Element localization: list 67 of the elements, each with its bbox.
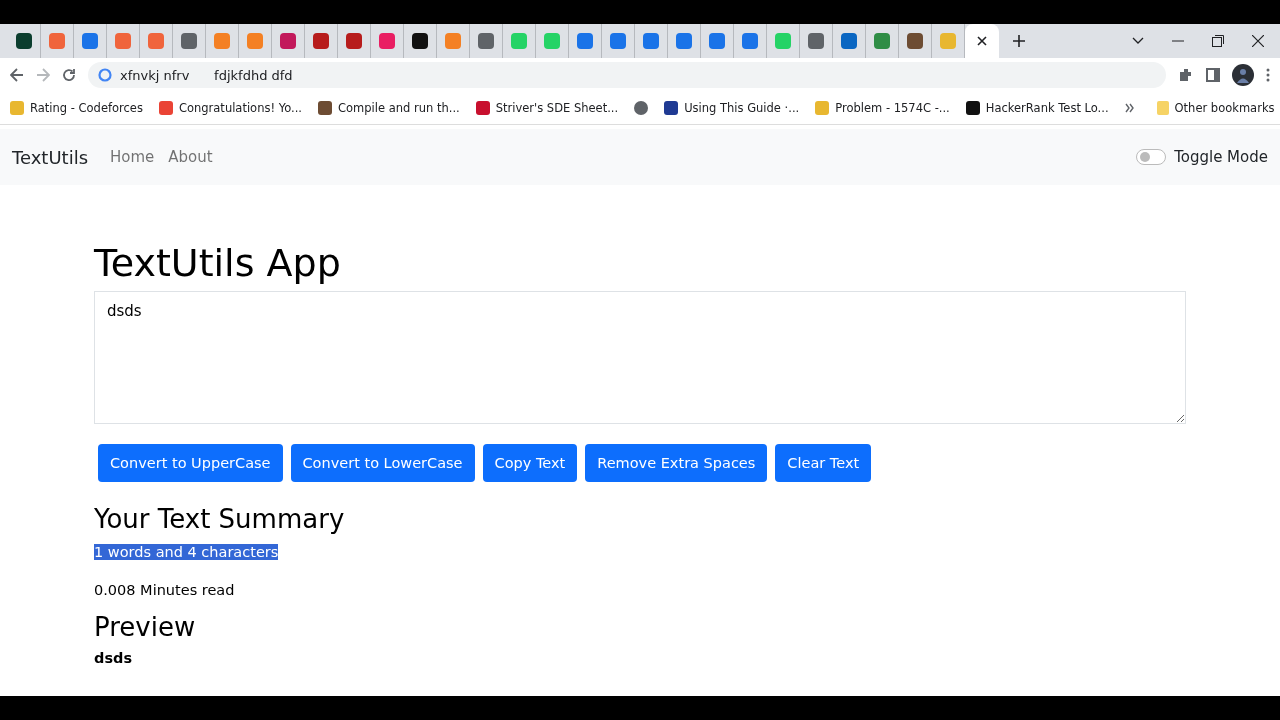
tab-favicon-icon [808,33,824,49]
tab-favicon-icon [676,33,692,49]
nav-link[interactable]: About [168,148,213,166]
tab-favicon-icon [445,33,461,49]
tab-favicon-icon [478,33,494,49]
tab-favicon-icon [379,33,395,49]
tab-favicon-icon [82,33,98,49]
chevron-down-icon[interactable] [1132,37,1144,45]
restore-icon[interactable] [1212,35,1224,47]
tab-favicon-icon [940,33,956,49]
bookmark[interactable]: Congratulations! Yo... [158,101,302,115]
tab-favicon-icon [412,33,428,49]
toggle-label: Toggle Mode [1174,148,1268,166]
section-heading: Your Text Summary [94,504,345,534]
tab-favicon-icon [181,33,197,49]
preview-text: dsds [94,650,133,666]
action-button[interactable]: Convert to LowerCase [290,444,475,482]
bookmark[interactable]: HackerRank Test Lo... [965,101,1109,115]
tab-favicon-icon [280,33,296,49]
tab-favicon-icon [16,33,32,49]
tab-favicon-icon [214,33,230,49]
avatar-icon[interactable] [1232,64,1254,86]
side-panel-icon[interactable] [1206,68,1220,82]
tab-favicon-icon [49,33,65,49]
action-button[interactable]: Convert to UpperCase [98,444,283,482]
reload-icon[interactable] [62,68,76,82]
tab-favicon-icon [346,33,362,49]
bookmark-label[interactable]: Other bookmarks [1174,101,1275,115]
menu-icon[interactable] [1266,68,1270,82]
tab-favicon-icon [643,33,659,49]
action-button[interactable]: Clear Text [775,444,872,482]
new-tab-icon[interactable] [1013,35,1025,47]
tab-favicon-icon [115,33,131,49]
text-input[interactable]: dsds [94,291,1186,424]
folder-icon [1156,101,1169,115]
tab-favicon-icon [544,33,560,49]
toggle-switch[interactable] [1136,149,1167,165]
tab-favicon-icon [775,33,791,49]
back-icon[interactable] [10,68,24,82]
tab-favicon-icon [511,33,527,49]
word-count-text: 1 words and 4 characters [94,544,279,560]
action-button[interactable]: Copy Text [482,444,578,482]
read-time-text: 0.008 Minutes read [94,582,235,598]
tab-favicon-icon [313,33,329,49]
tab-favicon-icon [709,33,725,49]
bookmark[interactable]: Rating - Codeforces [10,101,143,115]
action-button[interactable]: Remove Extra Spaces [585,444,768,482]
bookmark[interactable]: Problem - 1574C -... [815,101,950,115]
tab-favicon-icon [742,33,758,49]
tab-favicon-icon [577,33,593,49]
address-bar[interactable]: xfnvkj nfrv fdjkfdhd dfd [88,62,1166,88]
close-icon[interactable] [1252,35,1264,47]
navbar-brand[interactable]: TextUtils [12,146,89,168]
section-heading: Preview [94,612,196,642]
tab-favicon-icon [247,33,263,49]
chevron-right-icon[interactable] [1124,103,1135,113]
tab-favicon-icon [148,33,164,49]
tab-favicon-icon [610,33,626,49]
close-icon[interactable] [977,36,987,46]
tab-favicon-icon [841,33,857,49]
bookmark[interactable]: Using This Guide ·... [664,101,800,115]
bookmark[interactable]: Compile and run th... [318,101,460,115]
tab-favicon-icon [907,33,923,49]
nav-link[interactable]: Home [110,148,155,166]
page-heading: TextUtils App [94,241,341,285]
tab-favicon-icon [874,33,890,49]
bookmark[interactable]: Striver's SDE Sheet... [475,101,619,115]
